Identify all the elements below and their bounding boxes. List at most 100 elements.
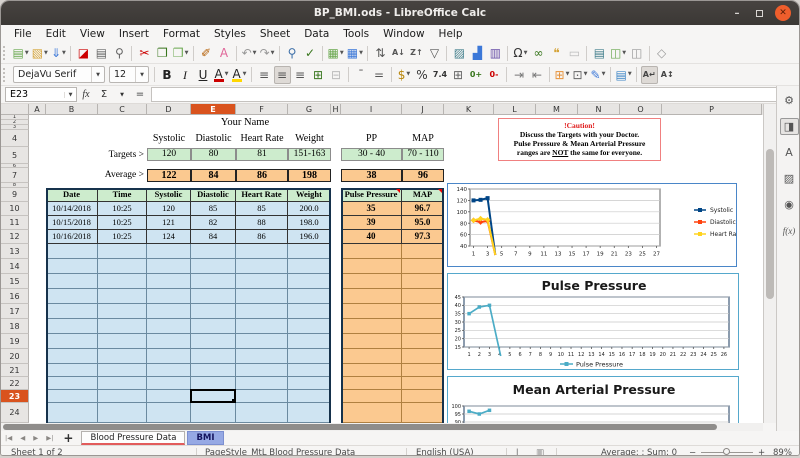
chevron-down-icon[interactable]: ▼ (44, 51, 48, 56)
cell-C11[interactable]: 10:25 (98, 216, 147, 230)
decrease-indent-icon[interactable]: ⇤ (529, 66, 546, 84)
row-header-23[interactable]: 23 (1, 390, 29, 403)
add-decimal-icon[interactable]: 0+ (468, 66, 485, 84)
cell-G16[interactable] (288, 289, 331, 304)
cell-target-3[interactable]: 151-163 (288, 148, 331, 161)
chevron-down-icon[interactable]: ▼ (566, 72, 570, 77)
column-header-b[interactable]: B (46, 104, 98, 115)
comment-icon[interactable]: ❝ (548, 44, 565, 62)
cell-E21[interactable] (191, 364, 236, 377)
cell-B16[interactable] (46, 289, 98, 304)
mean-arterial-pressure-chart[interactable]: Mean Arterial Pressure1009590 (447, 376, 739, 423)
cell-targets-label[interactable]: Targets > (98, 147, 147, 164)
cell-E10[interactable]: 85 (191, 202, 236, 216)
cell-E17[interactable] (191, 304, 236, 319)
cell-D20[interactable] (147, 349, 191, 364)
sum-icon[interactable]: Σ (96, 87, 112, 103)
cell-average-label[interactable]: Average > (98, 168, 147, 183)
cell-G15[interactable] (288, 274, 331, 289)
cell-B19[interactable] (46, 334, 98, 349)
italic-icon[interactable]: I (177, 66, 194, 84)
cell-F21[interactable] (236, 364, 288, 377)
row-header-4[interactable]: 4 (1, 130, 29, 147)
cell-B11[interactable]: 10/15/2018 (46, 216, 98, 230)
properties-icon[interactable]: ◨ (780, 118, 799, 135)
menu-item-data[interactable]: Data (297, 25, 336, 43)
undo-icon[interactable]: ↶▼ (241, 44, 258, 62)
column-header-l[interactable]: L (494, 104, 536, 115)
border-color-icon[interactable]: ✎▼ (590, 66, 607, 84)
cell-D10[interactable]: 120 (147, 202, 191, 216)
toolbar-grip[interactable] (3, 46, 8, 60)
cell-G13[interactable] (288, 244, 331, 259)
cell-G20[interactable] (288, 349, 331, 364)
align-top-icon[interactable]: ¯ (353, 66, 370, 84)
chevron-down-icon[interactable]: ▼ (225, 72, 229, 77)
cell-J15[interactable] (402, 274, 444, 289)
clone-formatting-icon[interactable]: ✐ (198, 44, 215, 62)
cell-F15[interactable] (236, 274, 288, 289)
text-direction-icon[interactable]: A↕ (659, 66, 676, 84)
cell-C12[interactable]: 10:25 (98, 230, 147, 244)
new-icon[interactable]: ▤▼ (12, 44, 30, 62)
cell-C24[interactable] (98, 403, 147, 423)
chevron-down-icon[interactable]: ▼ (524, 51, 528, 56)
function-wizard-icon[interactable]: fx (78, 87, 94, 103)
row-header-13[interactable]: 13 (1, 244, 29, 259)
cell-B10[interactable]: 10/14/2018 (46, 202, 98, 216)
add-sheet-button[interactable]: + (57, 431, 81, 445)
cell-D18[interactable] (147, 319, 191, 334)
selected-cell-e23[interactable] (190, 389, 236, 403)
cell-J11[interactable]: 95.0 (402, 216, 444, 230)
cell-D21[interactable] (147, 364, 191, 377)
chevron-down-icon[interactable]: ▼ (584, 72, 588, 77)
chevron-down-icon[interactable]: ▼ (340, 51, 344, 56)
row-header-5[interactable]: 5 (1, 147, 29, 164)
cell-J22[interactable] (402, 377, 444, 390)
formula-icon[interactable]: = (132, 87, 148, 103)
paste-icon[interactable]: ❒▼ (172, 44, 190, 62)
cell-D19[interactable] (147, 334, 191, 349)
cell-B9[interactable]: Date (46, 188, 98, 202)
cell-E20[interactable] (191, 349, 236, 364)
cell-B22[interactable] (46, 377, 98, 390)
column-header-p[interactable]: P (662, 104, 762, 115)
column-header-o[interactable]: O (620, 104, 662, 115)
cell-F11[interactable]: 88 (236, 216, 288, 230)
borders-icon[interactable]: ⊞▼ (554, 66, 571, 84)
navigator-icon[interactable]: ◉ (780, 196, 799, 213)
cell-target-5[interactable]: 70 - 110 (402, 148, 444, 161)
cell-C22[interactable] (98, 377, 147, 390)
cell-F24[interactable] (236, 403, 288, 423)
number-format-icon[interactable]: 7.4 (432, 66, 449, 84)
cell-B21[interactable] (46, 364, 98, 377)
chevron-down-icon[interactable]: ▼ (602, 72, 606, 77)
horizontal-scrollbar[interactable] (1, 423, 763, 431)
zoom-out-button[interactable]: − (689, 448, 696, 456)
show-comments-icon[interactable]: ▭ (566, 44, 583, 62)
cut-icon[interactable]: ✂ (136, 44, 153, 62)
cell-B24[interactable] (46, 403, 98, 423)
border-style-icon[interactable]: ⊡▼ (572, 66, 589, 84)
cell-G21[interactable] (288, 364, 331, 377)
cell-B13[interactable] (46, 244, 98, 259)
sort-ascending-icon[interactable]: A↓ (390, 44, 407, 62)
cell-D14[interactable] (147, 259, 191, 274)
cell-F17[interactable] (236, 304, 288, 319)
row-header-15[interactable]: 15 (1, 274, 29, 289)
date-format-icon[interactable]: ⊞ (450, 66, 467, 84)
formula-input[interactable] (151, 87, 796, 102)
column-header-d[interactable]: D (147, 104, 191, 115)
merge-cells-icon[interactable]: ⊞ (310, 66, 327, 84)
cell-C23[interactable] (98, 390, 147, 403)
chevron-down-icon[interactable]: ▼ (253, 51, 257, 56)
close-button[interactable]: ✕ (775, 5, 791, 21)
row-header-11[interactable]: 11 (1, 216, 29, 230)
column-header-m[interactable]: M (536, 104, 578, 115)
sheet-tab-blood-pressure-data[interactable]: Blood Pressure Data (81, 431, 185, 445)
row-header-10[interactable]: 10 (1, 202, 29, 216)
cell-C16[interactable] (98, 289, 147, 304)
menu-item-help[interactable]: Help (432, 25, 470, 43)
sidebar-settings-icon[interactable]: ⚙ (780, 92, 799, 109)
align-center-icon[interactable]: ≡ (274, 66, 291, 84)
